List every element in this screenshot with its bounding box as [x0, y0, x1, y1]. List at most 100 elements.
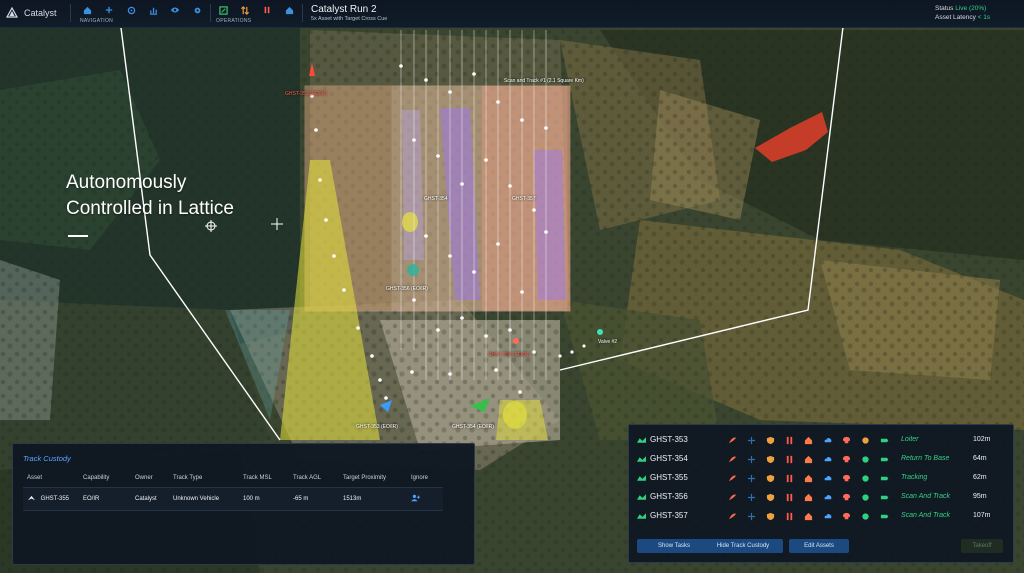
home-icon[interactable] — [278, 3, 300, 17]
target-icon[interactable] — [120, 3, 142, 17]
asset-name: GHST-356 — [650, 492, 688, 501]
ignore-user-icon[interactable] — [411, 494, 421, 502]
plus-icon[interactable] — [98, 3, 120, 17]
cloud-icon[interactable] — [818, 493, 837, 502]
pause-icon[interactable] — [780, 493, 799, 502]
cloud-icon[interactable] — [818, 512, 837, 521]
ghst-354b-map-label[interactable]: GHST-354 (EO/IR) — [452, 424, 494, 430]
latency-label: Asset Latency — [935, 14, 976, 21]
cloud-icon[interactable] — [818, 474, 837, 483]
skull-icon[interactable] — [837, 455, 856, 464]
valve-label[interactable]: Valve #2 — [598, 339, 617, 345]
home-icon[interactable] — [799, 436, 818, 445]
column-header: Capability — [83, 475, 110, 481]
column-header: Track MSL — [243, 475, 272, 481]
status-dot-icon[interactable] — [856, 493, 875, 502]
battery-icon[interactable] — [875, 474, 894, 483]
track-custody-table: Asset Capability Owner Track Type Track … — [23, 472, 443, 511]
chart-icon[interactable] — [142, 3, 164, 17]
plus-icon[interactable] — [742, 474, 761, 483]
battery-icon[interactable] — [875, 512, 894, 521]
drone-icon — [28, 496, 35, 501]
hide-track-custody-button[interactable]: Hide Track Custody — [703, 539, 783, 553]
cloud-icon[interactable] — [818, 455, 837, 464]
feather-icon[interactable] — [723, 493, 742, 502]
ghst-353-map-label[interactable]: GHST-353 (EO/IR) — [356, 424, 398, 430]
plus-icon[interactable] — [742, 493, 761, 502]
home-icon[interactable] — [76, 3, 98, 17]
battery-icon[interactable] — [875, 455, 894, 464]
show-tasks-button[interactable]: Show Tasks — [637, 539, 711, 553]
column-header: Track Type — [173, 475, 203, 481]
skull-icon[interactable] — [837, 493, 856, 502]
shield-icon[interactable] — [761, 436, 780, 445]
pause-icon[interactable] — [780, 455, 799, 464]
asset-row[interactable]: GHST-354 Return To Base 64m — [637, 450, 1007, 469]
status-dot-icon[interactable] — [856, 436, 875, 445]
battery-icon[interactable] — [875, 436, 894, 445]
gear-icon[interactable] — [186, 3, 208, 17]
feather-icon[interactable] — [723, 474, 742, 483]
skull-icon[interactable] — [837, 474, 856, 483]
ghst-356-map-label[interactable]: GHST-356 (EO/IR) — [386, 286, 428, 292]
feather-icon[interactable] — [723, 512, 742, 521]
drone-icon — [637, 456, 646, 462]
task-icons — [723, 455, 894, 464]
drone-icon — [637, 437, 646, 443]
track-type-cell: Unknown Vehicle — [169, 487, 239, 511]
takeoff-button[interactable]: Takeoff — [961, 539, 1003, 553]
divider — [302, 4, 303, 22]
sort-icon[interactable] — [234, 3, 256, 17]
headline-line-1: Autonomously — [66, 172, 187, 193]
ghst-357-map-label[interactable]: GHST-357 — [512, 196, 536, 202]
drone-icon — [637, 513, 646, 519]
cloud-icon[interactable] — [818, 436, 837, 445]
shield-icon[interactable] — [761, 512, 780, 521]
status-dot-icon[interactable] — [856, 512, 875, 521]
asset-row[interactable]: GHST-355 Tracking 62m — [637, 469, 1007, 488]
alert-label-2[interactable]: GHST-355 (EO/IR) — [488, 352, 530, 358]
home-icon[interactable] — [799, 493, 818, 502]
home-icon[interactable] — [799, 455, 818, 464]
plus-icon[interactable] — [742, 512, 761, 521]
status-dot-icon[interactable] — [856, 474, 875, 483]
capability-cell: EO/IR — [79, 487, 131, 511]
status-dot-icon[interactable] — [856, 455, 875, 464]
table-row[interactable]: GHST-355 EO/IR Catalyst Unknown Vehicle … — [23, 487, 443, 511]
ghst-354-map-label[interactable]: GHST-354 — [424, 196, 448, 202]
shield-icon[interactable] — [761, 474, 780, 483]
feather-icon[interactable] — [723, 436, 742, 445]
home-icon[interactable] — [799, 512, 818, 521]
asset-row[interactable]: GHST-357 Scan And Track 107m — [637, 507, 1007, 526]
home-icon[interactable] — [799, 474, 818, 483]
run-title: Catalyst Run 2 — [311, 4, 377, 15]
skull-icon[interactable] — [837, 512, 856, 521]
feather-icon[interactable] — [723, 455, 742, 464]
shield-icon[interactable] — [761, 455, 780, 464]
plus-icon[interactable] — [742, 455, 761, 464]
pause-icon[interactable] — [256, 3, 278, 17]
pause-icon[interactable] — [780, 512, 799, 521]
pause-icon[interactable] — [780, 436, 799, 445]
edit-assets-button[interactable]: Edit Assets — [789, 539, 849, 553]
column-header: Track AGL — [293, 475, 322, 481]
pause-icon[interactable] — [780, 474, 799, 483]
asset-name: GHST-354 — [650, 454, 688, 463]
brand[interactable]: Catalyst — [6, 7, 57, 19]
asset-state: Scan And Track — [901, 512, 951, 519]
skull-icon[interactable] — [837, 436, 856, 445]
eye-icon[interactable] — [164, 3, 186, 17]
shield-icon[interactable] — [761, 493, 780, 502]
column-header: Target Proximity — [343, 475, 387, 481]
target-proximity-cell: 1513m — [339, 487, 407, 511]
task-icons — [723, 493, 894, 502]
asset-cell: GHST-355 — [23, 487, 79, 511]
battery-icon[interactable] — [875, 493, 894, 502]
alert-label-1[interactable]: GHST-353 (EO/IR) — [285, 91, 327, 97]
asset-row[interactable]: GHST-353 Loiter 102m — [637, 431, 1007, 450]
map-icon[interactable] — [212, 3, 234, 17]
asset-row[interactable]: GHST-356 Scan And Track 95m — [637, 488, 1007, 507]
operations-label: OPERATIONS — [216, 18, 252, 24]
plus-icon[interactable] — [742, 436, 761, 445]
column-header: Owner — [135, 475, 153, 481]
